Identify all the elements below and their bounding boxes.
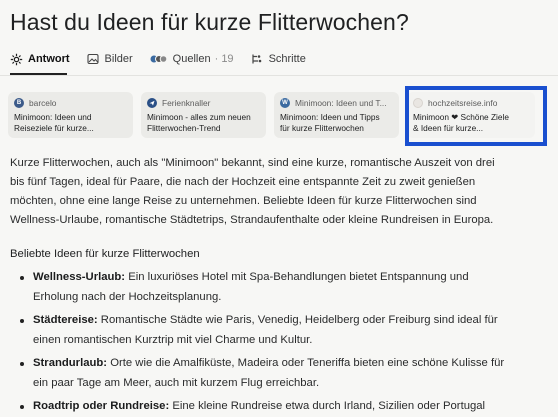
list-item: Wellness-Urlaub: Ein luxuriöses Hotel mi… [20, 268, 550, 307]
highlight-box [405, 86, 547, 146]
page-title: Hast du Ideen für kurze Flitterwochen? [10, 9, 409, 35]
idea-term: Roadtrip oder Rundreise: [33, 400, 170, 412]
idea-text: Romantische Städte wie Paris, Venedig, H… [33, 314, 498, 346]
steps-icon [251, 53, 264, 66]
source-site-name: Ferienknaller [162, 97, 211, 108]
source-card[interactable]: Ferienknaller Minimoon - alles zum neuen… [141, 92, 266, 138]
site-favicon-icon [147, 97, 157, 108]
list-item: Roadtrip oder Rundreise: Eine kleine Run… [20, 397, 550, 417]
divider [0, 75, 558, 76]
tab-antwort[interactable]: Antwort [10, 53, 70, 66]
source-site-name: Minimoon: Ideen und T... [295, 97, 387, 108]
tab-label: Bilder [104, 53, 133, 65]
tab-label: Schritte [268, 53, 306, 65]
wordpress-icon: W [280, 97, 290, 108]
answer-tabs: Antwort Bilder Quellen · 19 Schritte [10, 50, 323, 68]
tab-schritte[interactable]: Schritte [251, 53, 306, 66]
bullet-icon [20, 319, 24, 323]
tab-bilder[interactable]: Bilder [87, 53, 133, 66]
image-icon [87, 53, 100, 66]
tab-quellen[interactable]: Quellen · 19 [150, 53, 234, 66]
list-item: Strandurlaub: Orte wie die Amalfiküste, … [20, 354, 550, 393]
bullet-icon [20, 362, 24, 366]
idea-term: Strandurlaub: [33, 357, 108, 369]
source-description: Minimoon: Ideen und Reiseziele für kurze… [14, 112, 94, 133]
bullet-icon [20, 276, 24, 280]
answer-icon [10, 53, 23, 66]
site-favicon-icon: B [14, 97, 24, 108]
source-site: B barcelo [14, 97, 127, 108]
source-card[interactable]: B barcelo Minimoon: Ideen und Reiseziele… [8, 92, 133, 138]
tab-label: Antwort [28, 53, 70, 65]
sources-count: · 19 [214, 53, 234, 65]
tab-label: Quellen [172, 53, 211, 65]
idea-term: Wellness-Urlaub: [33, 271, 126, 283]
sources-icon [150, 53, 168, 66]
bullet-icon [20, 405, 24, 409]
source-description: Minimoon - alles zum neuen Flitterwochen… [147, 112, 251, 133]
list-item: Städtereise: Romantische Städte wie Pari… [20, 311, 550, 350]
section-heading: Beliebte Ideen für kurze Flitterwochen [10, 248, 200, 260]
source-description: Minimoon: Ideen und Tipps für kurze Flit… [280, 112, 380, 133]
idea-term: Städtereise: [33, 314, 98, 326]
source-card[interactable]: W Minimoon: Ideen und T... Minimoon: Ide… [274, 92, 399, 138]
ideas-list: Wellness-Urlaub: Ein luxuriöses Hotel mi… [20, 268, 550, 417]
source-site-name: barcelo [29, 97, 57, 108]
answer-intro: Kurze Flitterwochen, auch als "Minimoon"… [10, 157, 495, 226]
source-site: Ferienknaller [147, 97, 260, 108]
idea-text: Eine kleine Rundreise etwa durch Irland,… [169, 400, 486, 412]
source-site: W Minimoon: Ideen und T... [280, 97, 393, 108]
